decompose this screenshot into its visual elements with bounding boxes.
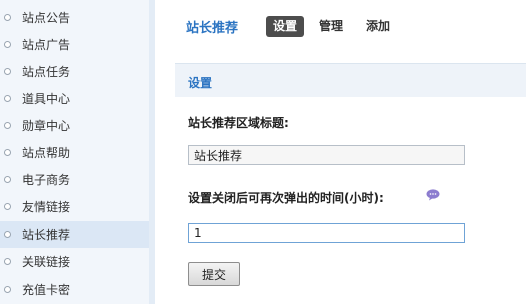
- sidebar: 站点公告 站点广告 站点任务 道具中心 勋章中心 站点帮助 电子商务 友情链接: [0, 0, 155, 304]
- sidebar-item-label: 勋章中心: [22, 119, 71, 133]
- sidebar-item-label: 站点广告: [22, 38, 71, 52]
- popup-interval-input[interactable]: [188, 223, 465, 243]
- bullet-icon: [4, 122, 11, 129]
- sidebar-item-label: 站点任务: [22, 65, 71, 79]
- sidebar-item-label: 站点公告: [22, 11, 71, 25]
- page-title: 站长推荐: [186, 21, 239, 36]
- sidebar-item-help[interactable]: 站点帮助: [0, 139, 149, 166]
- sidebar-item-label: 站点帮助: [22, 146, 71, 160]
- submit-button[interactable]: 提交: [188, 262, 240, 286]
- bullet-icon: [4, 203, 11, 210]
- page-header: 站长推荐 设置 管理 添加: [155, 0, 526, 55]
- section-title: 设置: [188, 76, 213, 90]
- bullet-icon: [4, 286, 11, 293]
- bullet-icon: [4, 231, 11, 238]
- bullet-icon: [4, 68, 11, 75]
- app-frame: 站点公告 站点广告 站点任务 道具中心 勋章中心 站点帮助 电子商务 友情链接: [0, 0, 526, 304]
- sidebar-item-tasks[interactable]: 站点任务: [0, 58, 149, 85]
- bullet-icon: [4, 41, 11, 48]
- sidebar-item-label: 充值卡密: [22, 283, 71, 297]
- popup-interval-label: 设置关闭后可再次弹出的时间(小时):: [188, 191, 384, 205]
- recommend-title-input[interactable]: [188, 145, 465, 165]
- sidebar-item-announcements[interactable]: 站点公告: [0, 4, 149, 31]
- sidebar-item-label: 电子商务: [22, 173, 71, 187]
- sidebar-item-label: 站长推荐: [22, 228, 71, 242]
- tab-manage[interactable]: 管理: [315, 16, 347, 37]
- main-panel: 站长推荐 设置 管理 添加 设置 站长推荐区域标题: 设置关闭后可再次弹出的时间…: [155, 0, 526, 304]
- section-header: 设置: [175, 63, 526, 97]
- sidebar-item-label: 关联链接: [22, 255, 71, 269]
- sidebar-item-label: 友情链接: [22, 200, 71, 214]
- recommend-title-label: 站长推荐区域标题:: [188, 116, 289, 130]
- sidebar-item-friend-links[interactable]: 友情链接: [0, 193, 149, 220]
- bullet-icon: [4, 95, 11, 102]
- bullet-icon: [4, 149, 11, 156]
- sidebar-item-ecommerce[interactable]: 电子商务: [0, 166, 149, 193]
- sidebar-item-ads[interactable]: 站点广告: [0, 31, 149, 58]
- sidebar-item-recharge-cards[interactable]: 充值卡密: [0, 276, 149, 303]
- sidebar-item-props[interactable]: 道具中心: [0, 85, 149, 112]
- sidebar-item-label: 道具中心: [22, 92, 71, 106]
- speech-bubble-icon[interactable]: [426, 189, 440, 201]
- tab-settings[interactable]: 设置: [266, 16, 304, 37]
- bullet-icon: [4, 176, 11, 183]
- tab-add[interactable]: 添加: [362, 16, 394, 37]
- bullet-icon: [4, 14, 11, 21]
- sidebar-item-medals[interactable]: 勋章中心: [0, 112, 149, 139]
- sidebar-item-related-links[interactable]: 关联链接: [0, 248, 149, 275]
- sidebar-item-recommend[interactable]: 站长推荐: [0, 221, 149, 248]
- bullet-icon: [4, 258, 11, 265]
